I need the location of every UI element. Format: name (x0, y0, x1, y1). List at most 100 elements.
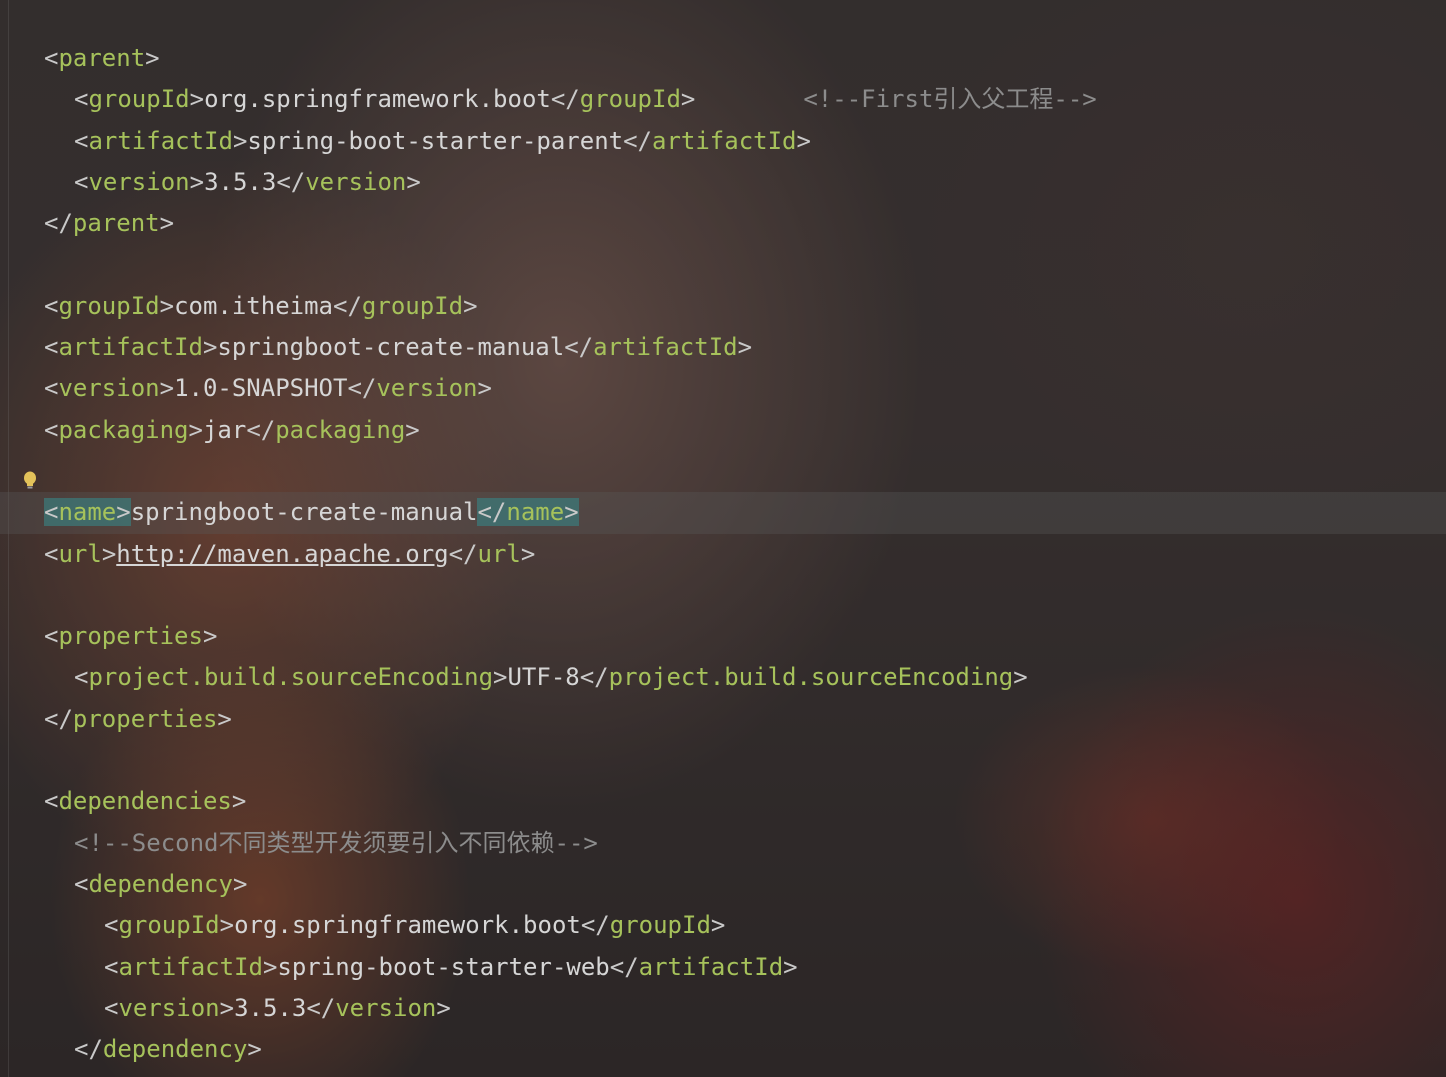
tag-bracket: < (44, 333, 59, 362)
code-line[interactable]: </properties> (0, 699, 1446, 740)
code-line[interactable]: <version>3.5.3</version> (0, 162, 1446, 203)
code-line[interactable] (0, 740, 1446, 781)
code-line[interactable]: <packaging>jar</packaging> (0, 410, 1446, 451)
tag-name: groupId (361, 291, 464, 320)
close-tag: </artifactId> (564, 333, 752, 361)
tag-value: spring-boot-starter-parent (247, 126, 624, 155)
tag-name: packaging (275, 415, 406, 444)
code-line[interactable]: <url>http://maven.apache.org</url> (0, 534, 1446, 575)
code-line[interactable] (0, 244, 1446, 285)
tag-name: artifactId (58, 333, 203, 362)
tag-bracket: </ (580, 911, 610, 940)
code-line[interactable]: <properties> (0, 616, 1446, 657)
url-link[interactable]: http://maven.apache.org (116, 540, 448, 568)
code-line[interactable] (0, 575, 1446, 616)
tag-value: org.springframework.boot (204, 85, 551, 114)
code-line[interactable]: <artifactId>springboot-create-manual</ar… (0, 327, 1446, 368)
tag-name: properties (58, 622, 203, 651)
tag-bracket: > (217, 704, 232, 733)
code-line[interactable]: <artifactId>spring-boot-starter-web</art… (0, 947, 1446, 988)
open-tag: <artifactId> (74, 127, 247, 155)
code-line[interactable]: </parent> (0, 203, 1446, 244)
tag-bracket: </ (477, 498, 507, 527)
close-tag: </artifactId> (623, 127, 811, 155)
code-line[interactable]: <project.build.sourceEncoding>UTF-8</pro… (0, 657, 1446, 698)
tag-name: project.build.sourceEncoding (88, 663, 494, 692)
tag-name: version (305, 167, 407, 196)
tag-name: properties (72, 704, 218, 733)
tag-bracket: </ (74, 1035, 103, 1064)
code-content: <project.build.sourceEncoding>UTF-8</pro… (74, 657, 1028, 698)
tag-bracket: > (406, 167, 421, 196)
close-tag: </url> (449, 540, 536, 568)
code-line[interactable]: <parent> (0, 38, 1446, 79)
open-tag: <version> (74, 168, 204, 196)
close-tag: </parent> (44, 209, 174, 237)
tag-value: jar (202, 415, 247, 444)
tag-bracket: </ (276, 167, 306, 196)
tag-name: dependencies (58, 787, 232, 816)
code-content: <version>3.5.3</version> (104, 988, 451, 1029)
tag-bracket: > (219, 911, 235, 940)
close-tag: </project.build.sourceEncoding> (580, 663, 1028, 691)
tag-name: version (335, 993, 437, 1022)
tag-bracket: > (231, 787, 247, 816)
code-line[interactable]: <groupId>org.springframework.boot</group… (0, 905, 1446, 946)
code-content: <groupId>com.itheima</groupId> (44, 286, 478, 327)
code-line[interactable]: <version>3.5.3</version> (0, 988, 1446, 1029)
tag-bracket: > (159, 291, 175, 320)
open-tag: <version> (104, 994, 234, 1022)
tag-bracket: < (74, 126, 89, 155)
open-tag: <dependency> (74, 870, 247, 898)
tag-name: artifactId (118, 952, 263, 981)
code-content: </dependency> (74, 1029, 262, 1070)
close-tag: </version> (276, 168, 421, 196)
open-tag: <dependencies> (44, 787, 246, 815)
tag-bracket: </ (44, 704, 73, 733)
code-line[interactable] (0, 451, 1446, 492)
code-content: <artifactId>spring-boot-starter-web</art… (104, 947, 798, 988)
tag-name: packaging (58, 415, 189, 444)
tag-bracket: > (232, 869, 248, 898)
open-tag: <groupId> (44, 292, 174, 320)
code-line[interactable]: <artifactId>spring-boot-starter-parent</… (0, 121, 1446, 162)
code-line[interactable]: <groupId>org.springframework.boot</group… (0, 79, 1446, 120)
code-line[interactable]: <version>1.0-SNAPSHOT</version> (0, 368, 1446, 409)
close-tag: </groupId> (581, 911, 726, 939)
code-content: <packaging>jar</packaging> (44, 410, 420, 451)
code-line[interactable]: <!--Second不同类型开发须要引入不同依赖--> (0, 823, 1446, 864)
tag-bracket: < (104, 911, 119, 940)
tag-bracket: > (219, 993, 235, 1022)
tag-name: groupId (579, 85, 681, 114)
tag-name: artifactId (652, 126, 797, 155)
code-line[interactable]: <groupId>com.itheima</groupId> (0, 286, 1446, 327)
tag-bracket: > (405, 415, 420, 444)
code-line[interactable]: <name>springboot-create-manual</name> (0, 492, 1446, 534)
close-tag: </version> (347, 374, 492, 402)
tag-bracket: > (232, 126, 248, 155)
tag-value: 3.5.3 (204, 167, 277, 196)
code-content: <version>3.5.3</version> (74, 162, 421, 203)
tag-name: url (58, 539, 102, 568)
xml-comment: <!--Second不同类型开发须要引入不同依赖--> (74, 828, 598, 857)
tag-bracket: > (463, 291, 478, 320)
code-line[interactable]: <dependencies> (0, 781, 1446, 822)
tag-value: spring-boot-starter-web (277, 952, 610, 981)
tag-bracket: < (104, 993, 119, 1022)
code-content: <groupId>org.springframework.boot</group… (104, 905, 725, 946)
code-line[interactable]: </dependency> (0, 1029, 1446, 1070)
tag-bracket: > (202, 622, 218, 651)
code-line[interactable]: <dependency> (0, 864, 1446, 905)
tag-bracket: > (796, 126, 811, 155)
open-tag: <groupId> (104, 911, 234, 939)
tag-bracket: </ (448, 539, 478, 568)
tag-bracket: > (101, 539, 117, 568)
open-tag: <parent> (44, 44, 160, 72)
tag-name: groupId (609, 911, 711, 940)
code-content: <parent> (44, 38, 160, 79)
tag-bracket: > (189, 85, 205, 114)
tag-name: name (506, 498, 565, 527)
code-editor[interactable]: <parent> <groupId>org.springframework.boo… (0, 38, 1446, 1070)
tag-bracket: > (680, 85, 696, 114)
tag-bracket: < (74, 85, 89, 114)
